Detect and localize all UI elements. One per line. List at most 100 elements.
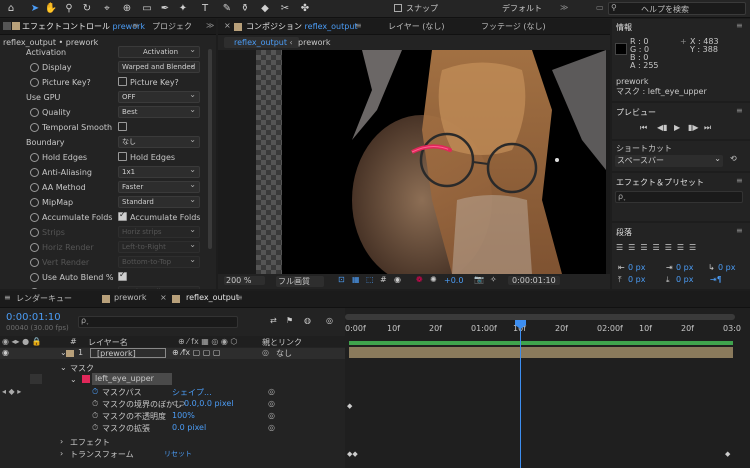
stopwatch-icon[interactable] [30, 228, 39, 237]
property-checkbox[interactable] [118, 270, 127, 281]
property-select[interactable]: Mask Quality [118, 286, 200, 289]
zoom-select[interactable]: 200 % [224, 276, 266, 285]
mask-opacity-value[interactable]: 100% [172, 411, 195, 420]
pickwhip-icon[interactable]: ◎ [262, 348, 269, 357]
work-area-range[interactable] [349, 341, 733, 345]
exposure-value[interactable]: +0.0 [444, 276, 463, 285]
stopwatch-icon[interactable]: ⏱ [92, 423, 98, 433]
grid-icon[interactable]: # [380, 275, 387, 284]
comp-viewer[interactable] [218, 50, 610, 274]
region-icon[interactable]: ⊡ [338, 275, 345, 284]
property-checkbox[interactable] [118, 152, 127, 161]
panel-menu-icon[interactable]: ≡ [132, 21, 139, 30]
motion-blur-icon[interactable]: ◍ [304, 316, 311, 325]
comp-nav-icon[interactable]: ⇄ [270, 316, 277, 325]
stopwatch-icon[interactable] [30, 183, 39, 192]
property-select[interactable]: Warped and Blended [118, 61, 200, 73]
resolution-select[interactable]: フル画質 [276, 276, 324, 287]
expand-icon[interactable]: ⌄ [70, 375, 77, 384]
last-frame-icon[interactable]: ⏭ [704, 123, 711, 133]
tab-project[interactable]: プロジェク [152, 21, 192, 32]
property-select[interactable]: Bottom-to-Top [118, 256, 200, 268]
more-tabs-icon[interactable]: ≫ [206, 21, 214, 30]
timeline-search-input[interactable]: ρ˯ [78, 316, 238, 328]
effect-property-row[interactable]: Accumulate Folds Accumulate Folds [0, 210, 210, 225]
layer-bar[interactable] [349, 347, 733, 358]
indent-right-value[interactable]: 0 px [676, 263, 693, 272]
property-checkbox[interactable] [118, 122, 127, 131]
close-icon[interactable]: × [160, 293, 167, 302]
next-frame-icon[interactable]: ▮▶ [688, 123, 699, 132]
layer-name-col[interactable]: レイヤー名 [88, 337, 128, 348]
first-line-value[interactable]: 0 px [718, 263, 735, 272]
property-select[interactable]: なし [118, 136, 200, 148]
exposure-icon[interactable]: ✺ [430, 275, 437, 284]
property-select[interactable]: Left-to-Right [118, 241, 200, 253]
close-icon[interactable] [3, 22, 11, 30]
stopwatch-icon[interactable] [30, 108, 39, 117]
activation-button[interactable]: Activation [118, 46, 200, 58]
effect-property-row[interactable]: Activation Activation [0, 45, 210, 60]
effect-property-row[interactable]: Anti-Aliasing 1x1 [0, 165, 210, 180]
expression-icon[interactable]: ◎ [268, 411, 275, 420]
mask-name[interactable]: left_eye_upper [92, 373, 172, 385]
stopwatch-icon[interactable] [30, 213, 39, 222]
label-color-icon[interactable] [66, 350, 74, 357]
brush-tool-icon[interactable]: ✎ [220, 2, 234, 16]
space-after-value[interactable]: 0 px [676, 275, 693, 284]
expand-icon[interactable]: ⌄ [60, 363, 67, 372]
mask-mode-box[interactable] [30, 374, 42, 384]
tab-composition[interactable]: コンポジション reflex_output [246, 21, 358, 32]
pen-tool-icon[interactable]: ✒ [158, 2, 172, 16]
effect-property-row[interactable]: Pre Mask Blend % CaMask Quality [0, 285, 210, 289]
playhead-line[interactable] [520, 322, 521, 468]
channel-icon[interactable]: ◉ [394, 275, 401, 284]
help-search-box[interactable]: ⚲ ヘルプを検索 [608, 2, 746, 15]
roto-tool-icon[interactable]: ✂ [278, 2, 292, 16]
transparency-icon[interactable]: ▦ [352, 275, 360, 284]
puppet-tool-icon[interactable]: ✤ [298, 2, 312, 16]
stamp-tool-icon[interactable]: ⚱ [238, 2, 252, 16]
panel-menu-icon[interactable]: ≡ [736, 21, 743, 30]
align-buttons[interactable]: ☰☰☰☰☰☰☰ [616, 243, 701, 252]
mask-color-icon[interactable] [82, 375, 90, 383]
stopwatch-icon[interactable] [30, 153, 39, 162]
stopwatch-icon[interactable] [30, 63, 39, 72]
expand-icon[interactable]: › [60, 449, 63, 458]
layer-row[interactable]: ◉ ⌄ 1 [prework] ⊕ ⁄fx ▢ ▢ ▢ ◎ なし [0, 348, 345, 359]
timeline-tracks[interactable]: 0:00f10f20f01:00f10f20f02:00f10f20f03:0 … [345, 308, 750, 468]
stopwatch-icon[interactable]: ⏱ [92, 399, 98, 409]
panel-menu-icon[interactable]: ≡ [355, 21, 362, 30]
tab-prework[interactable]: prework [114, 293, 146, 302]
stopwatch-icon[interactable] [30, 243, 39, 252]
effect-property-row[interactable]: Horiz Render Left-to-Right [0, 240, 210, 255]
tab-reflex-output[interactable]: reflex_output [186, 293, 239, 302]
tab-effect-controls[interactable]: エフェクトコントロール prework [22, 21, 145, 32]
keyframe-icon[interactable]: ◆ [347, 402, 352, 410]
stopwatch-icon[interactable] [30, 123, 39, 132]
rotate-tool-icon[interactable]: ↻ [80, 2, 94, 16]
panel-menu-icon[interactable]: ≡ [236, 293, 243, 302]
expression-icon[interactable]: ◎ [268, 423, 275, 432]
expand-icon[interactable]: › [60, 437, 63, 446]
stopwatch-icon[interactable] [30, 288, 39, 289]
show-snapshot-icon[interactable]: ✧ [490, 275, 497, 284]
zoom-tool-icon[interactable]: ⚲ [62, 2, 76, 16]
effect-property-row[interactable]: Strips Horiz strips [0, 225, 210, 240]
property-select[interactable]: Standard [118, 196, 200, 208]
effect-property-row[interactable]: Quality Best [0, 105, 210, 120]
home-icon[interactable]: ⌂ [4, 2, 18, 16]
star-tool-icon[interactable]: ✦ [176, 2, 190, 16]
property-select[interactable]: 1x1 [118, 166, 200, 178]
space-before-value[interactable]: 0 px [628, 275, 645, 284]
time-ruler[interactable]: 0:00f10f20f01:00f10f20f02:00f10f20f03:0 [345, 322, 745, 336]
stopwatch-icon[interactable]: ⏱ [92, 411, 98, 421]
snap-checkbox[interactable] [394, 4, 402, 12]
current-time[interactable]: 0:00:01:10 [6, 312, 61, 323]
property-checkbox[interactable] [118, 210, 127, 221]
stopwatch-icon[interactable] [30, 258, 39, 267]
effect-property-row[interactable]: Vert Render Bottom-to-Top [0, 255, 210, 270]
effects-search-input[interactable]: ρ˯ [615, 191, 743, 203]
camera-tool-icon[interactable]: ⌖ [100, 2, 114, 16]
scrollbar[interactable] [208, 49, 212, 249]
